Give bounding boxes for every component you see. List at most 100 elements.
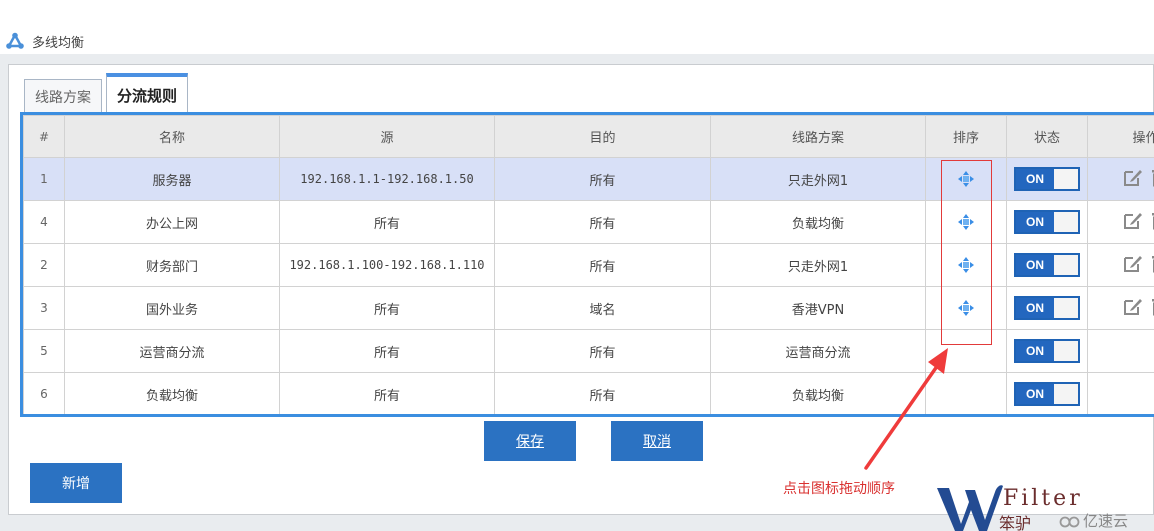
cell-source: 192.168.1.100-192.168.1.110 xyxy=(279,243,495,287)
page-title: 多线均衡 xyxy=(32,35,85,51)
cell-actions xyxy=(1087,200,1154,244)
drag-move-icon[interactable] xyxy=(958,171,974,187)
drag-move-icon[interactable] xyxy=(958,257,974,273)
row-actions xyxy=(1123,253,1154,273)
delete-icon[interactable] xyxy=(1149,210,1154,230)
cell-sort xyxy=(925,329,1007,373)
cell-sort xyxy=(925,157,1007,201)
cell-actions xyxy=(1087,286,1154,330)
cell-source: 所有 xyxy=(279,200,495,244)
header-name: 名称 xyxy=(64,115,280,158)
header-sort: 排序 xyxy=(925,115,1007,158)
cell-actions xyxy=(1087,157,1154,201)
toggle-knob xyxy=(1054,212,1078,232)
cell-index: 4 xyxy=(23,200,65,244)
table-row[interactable]: 5 运营商分流 所有 所有 运营商分流 ON xyxy=(23,329,1154,373)
toggle-knob xyxy=(1054,298,1078,318)
cell-sort xyxy=(925,372,1007,414)
cell-actions xyxy=(1087,372,1154,414)
delete-icon[interactable] xyxy=(1149,253,1154,273)
cloud-logo-icon xyxy=(1059,516,1080,527)
cell-index: 6 xyxy=(23,372,65,414)
status-toggle[interactable]: ON xyxy=(1014,210,1080,234)
header-status: 状态 xyxy=(1006,115,1088,158)
toggle-on-label: ON xyxy=(1016,384,1054,404)
tab-line-plans[interactable]: 线路方案 xyxy=(24,79,102,113)
edit-icon[interactable] xyxy=(1123,253,1143,273)
cell-status: ON xyxy=(1006,372,1088,414)
status-toggle[interactable]: ON xyxy=(1014,296,1080,320)
w-logo-icon xyxy=(937,485,1003,531)
toggle-on-label: ON xyxy=(1016,169,1054,189)
header-destination: 目的 xyxy=(494,115,711,158)
table-row[interactable]: 2 财务部门 192.168.1.100-192.168.1.110 所有 只走外网1 O… xyxy=(23,243,1154,287)
rules-table-container: # 名称 源 目的 线路方案 排序 状态 操作 1服务器192.168.1.1-… xyxy=(20,112,1154,417)
edit-icon[interactable] xyxy=(1123,296,1143,316)
cell-index: 1 xyxy=(23,157,65,201)
cell-line-plan: 运营商分流 xyxy=(710,329,926,373)
edit-icon[interactable] xyxy=(1123,210,1143,230)
add-button[interactable]: 新增 xyxy=(30,463,122,503)
cancel-button[interactable]: 取消 xyxy=(611,421,703,461)
annotation-text: 点击图标拖动顺序 xyxy=(783,481,895,497)
toggle-on-label: ON xyxy=(1016,212,1054,232)
toggle-knob xyxy=(1054,341,1078,361)
toggle-on-label: ON xyxy=(1016,255,1054,275)
cell-status: ON xyxy=(1006,157,1088,201)
watermark-brand: Filter xyxy=(1003,486,1083,511)
cell-line-plan: 香港VPN xyxy=(710,286,926,330)
watermark: Filter 笨驴 亿速云 xyxy=(935,480,1154,531)
row-actions xyxy=(1123,167,1154,187)
status-toggle[interactable]: ON xyxy=(1014,253,1080,277)
header-actions: 操作 xyxy=(1087,115,1154,158)
table-row[interactable]: 1 服务器 192.168.1.1-192.168.1.50 所有 只走外网1 ON xyxy=(23,157,1154,201)
cell-source: 192.168.1.1-192.168.1.50 xyxy=(279,157,495,201)
delete-icon[interactable] xyxy=(1149,296,1154,316)
save-button[interactable]: 保存 xyxy=(484,421,576,461)
cell-actions xyxy=(1087,243,1154,287)
cancel-label: 取消 xyxy=(643,433,671,449)
cell-destination: 所有 xyxy=(494,200,711,244)
save-label: 保存 xyxy=(516,433,544,449)
cell-status: ON xyxy=(1006,200,1088,244)
header-line-plan: 线路方案 xyxy=(710,115,926,158)
cell-line-plan: 只走外网1 xyxy=(710,243,926,287)
cell-name: 办公上网 xyxy=(64,200,280,244)
header-index: # xyxy=(23,115,65,158)
cell-sort xyxy=(925,200,1007,244)
toggle-on-label: ON xyxy=(1016,298,1054,318)
drag-move-icon[interactable] xyxy=(958,214,974,230)
table-row[interactable]: 3 国外业务 所有 域名 香港VPN ON xyxy=(23,286,1154,330)
cell-destination: 所有 xyxy=(494,243,711,287)
cell-status: ON xyxy=(1006,286,1088,330)
table-row[interactable]: 4 办公上网 所有 所有 负载均衡 ON xyxy=(23,200,1154,244)
table-header-row: # 名称 源 目的 线路方案 排序 状态 操作 xyxy=(23,115,1154,158)
tab-split-rules[interactable]: 分流规则 xyxy=(106,73,188,113)
drag-move-icon[interactable] xyxy=(958,300,974,316)
cell-name: 国外业务 xyxy=(64,286,280,330)
watermark-site-text: 亿速云 xyxy=(1083,512,1129,530)
cell-destination: 所有 xyxy=(494,372,711,414)
toggle-on-label: ON xyxy=(1016,341,1054,361)
cell-destination: 所有 xyxy=(494,157,711,201)
status-toggle[interactable]: ON xyxy=(1014,167,1080,191)
cell-destination: 域名 xyxy=(494,286,711,330)
cell-index: 5 xyxy=(23,329,65,373)
cell-name: 财务部门 xyxy=(64,243,280,287)
cell-status: ON xyxy=(1006,243,1088,287)
cell-status: ON xyxy=(1006,329,1088,373)
cell-name: 负载均衡 xyxy=(64,372,280,414)
cell-line-plan: 只走外网1 xyxy=(710,157,926,201)
status-toggle[interactable]: ON xyxy=(1014,382,1080,406)
edit-icon[interactable] xyxy=(1123,167,1143,187)
cell-actions xyxy=(1087,329,1154,373)
cell-index: 2 xyxy=(23,243,65,287)
status-toggle[interactable]: ON xyxy=(1014,339,1080,363)
main-panel: 线路方案 分流规则 # 名称 源 目的 线路方案 排序 状态 操 1 服务器 1… xyxy=(8,64,1154,515)
rules-table: # 名称 源 目的 线路方案 排序 状态 操作 1服务器192.168.1.1-… xyxy=(23,115,1154,414)
network-triangle-icon xyxy=(6,32,24,49)
delete-icon[interactable] xyxy=(1149,167,1154,187)
watermark-site: 亿速云 xyxy=(1059,510,1128,531)
toggle-knob xyxy=(1054,169,1078,189)
table-row[interactable]: 6 负载均衡 所有 所有 负载均衡 ON xyxy=(23,372,1154,414)
